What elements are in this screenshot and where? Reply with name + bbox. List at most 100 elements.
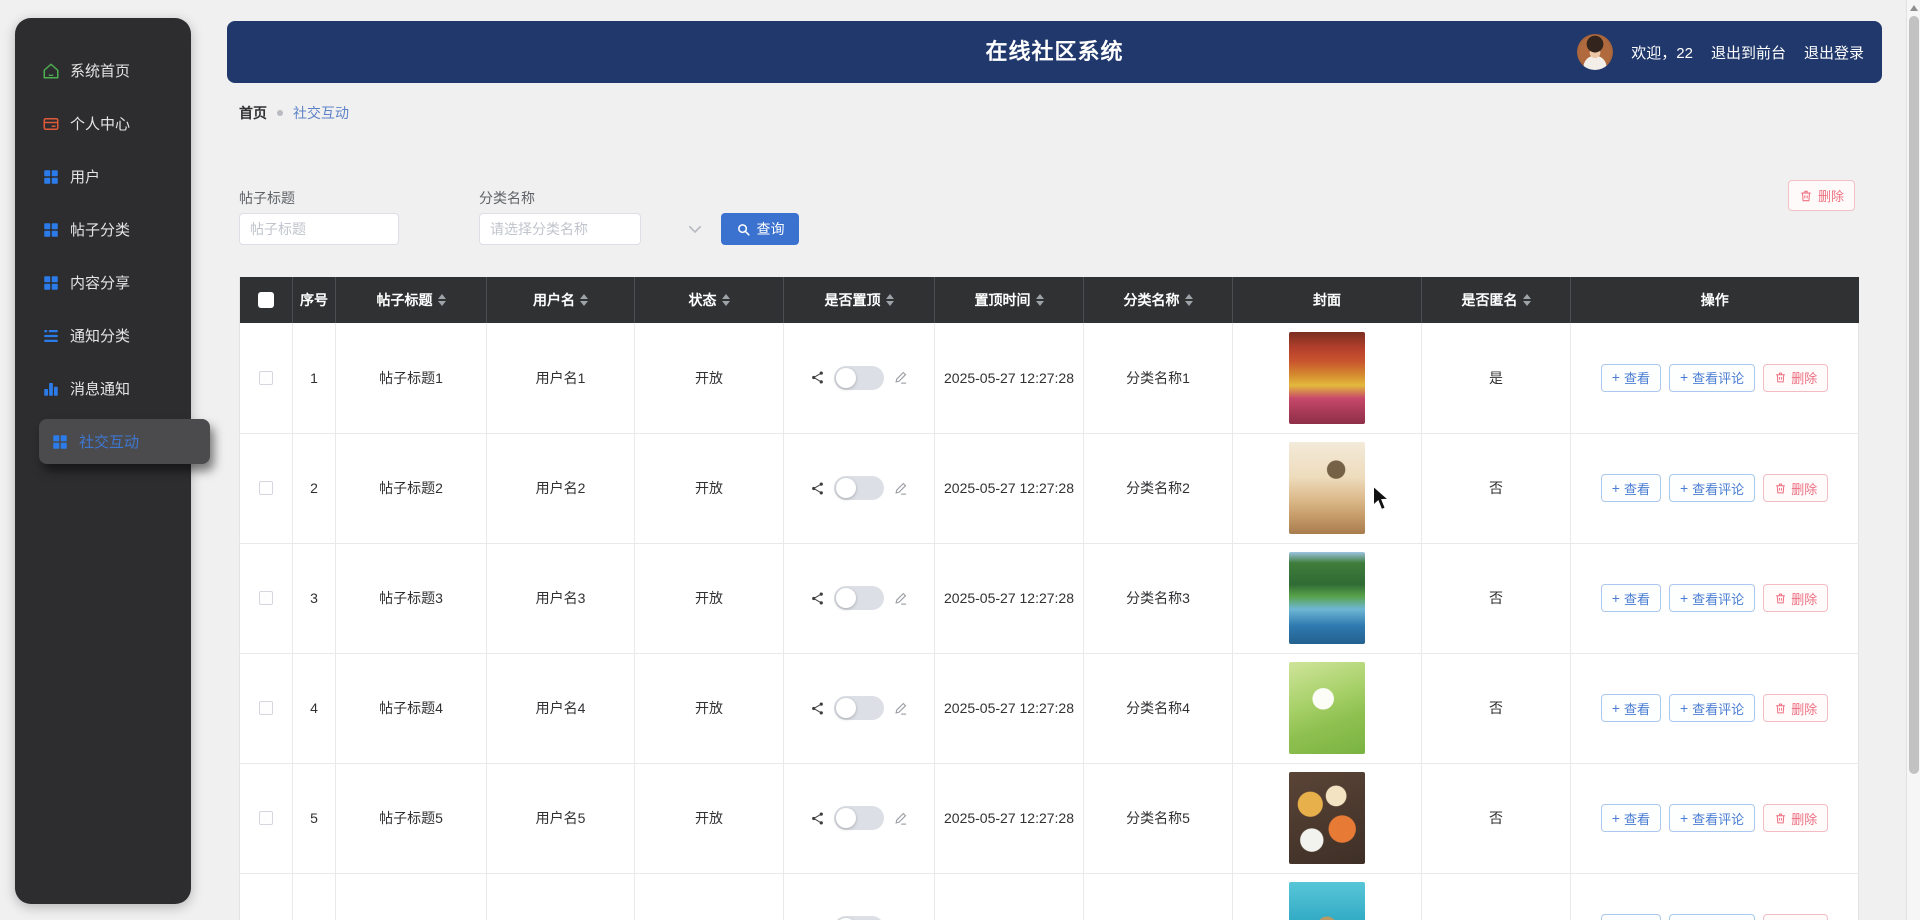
grid-icon [42, 274, 60, 292]
row-checkbox[interactable] [259, 371, 273, 385]
view-comments-button[interactable]: 查看评论 [1669, 804, 1755, 832]
row-anonymous: 否 [1422, 653, 1571, 763]
col-username[interactable]: 用户名 [487, 277, 635, 323]
logout-link[interactable]: 退出登录 [1804, 42, 1864, 63]
pin-toggle[interactable] [834, 806, 884, 830]
edit-pencil-icon[interactable] [893, 811, 908, 826]
sort-caret[interactable] [1523, 294, 1531, 306]
scrollbar-up-arrow-icon[interactable] [1910, 5, 1918, 11]
delete-button[interactable]: 删除 [1763, 364, 1828, 392]
delete-button[interactable]: 删除 [1763, 584, 1828, 612]
view-button[interactable]: 查看 [1601, 584, 1661, 612]
view-button[interactable]: 查看 [1601, 364, 1661, 392]
view-button[interactable]: 查看 [1601, 694, 1661, 722]
col-pinned[interactable]: 是否置顶 [784, 277, 935, 323]
sort-caret[interactable] [886, 294, 894, 306]
sort-caret[interactable] [722, 294, 730, 306]
edit-pencil-icon[interactable] [893, 701, 908, 716]
row-checkbox[interactable] [259, 701, 273, 715]
row-anonymous: 否 [1422, 433, 1571, 543]
delete-button[interactable]: 删除 [1763, 694, 1828, 722]
view-button[interactable]: 查看 [1601, 914, 1661, 920]
sort-caret[interactable] [580, 294, 588, 306]
view-button[interactable]: 查看 [1601, 804, 1661, 832]
table-row: 1 帖子标题1 用户名1 开放 2025-05-27 12:27:28 分类名称… [240, 323, 1859, 433]
cover-image[interactable] [1289, 882, 1365, 920]
row-checkbox[interactable] [259, 481, 273, 495]
col-index: 序号 [293, 277, 336, 323]
cover-image[interactable] [1289, 552, 1365, 644]
select-all-checkbox[interactable] [258, 292, 274, 308]
delete-button[interactable]: 删除 [1763, 804, 1828, 832]
edit-pencil-icon[interactable] [893, 591, 908, 606]
view-comments-button[interactable]: 查看评论 [1669, 914, 1755, 920]
view-comments-button[interactable]: 查看评论 [1669, 584, 1755, 612]
row-checkbox[interactable] [259, 811, 273, 825]
row-checkbox[interactable] [259, 591, 273, 605]
sidebar-item-label: 帖子分类 [70, 219, 130, 240]
plus-icon [1612, 481, 1620, 496]
col-pin-time[interactable]: 置顶时间 [935, 277, 1084, 323]
edit-pencil-icon[interactable] [893, 481, 908, 496]
cover-image[interactable] [1289, 772, 1365, 864]
row-index: 5 [293, 763, 336, 873]
sidebar: 系统首页 个人中心 用户 帖子分类 [15, 18, 191, 904]
view-comments-button[interactable]: 查看评论 [1669, 364, 1755, 392]
view-button[interactable]: 查看 [1601, 474, 1661, 502]
sidebar-item-content-share[interactable]: 内容分享 [15, 256, 191, 309]
pin-toggle[interactable] [834, 586, 884, 610]
sidebar-item-users[interactable]: 用户 [15, 150, 191, 203]
row-post-title: 帖子标题4 [336, 653, 487, 763]
delete-button[interactable]: 删除 [1763, 474, 1828, 502]
pin-toggle[interactable] [834, 916, 884, 920]
row-category: 分类名称1 [1084, 323, 1233, 433]
breadcrumb-home[interactable]: 首页 [239, 103, 267, 123]
sort-caret[interactable] [1036, 294, 1044, 306]
welcome-text: 欢迎，22 [1631, 42, 1693, 63]
sidebar-item-notice-categories[interactable]: 通知分类 [15, 309, 191, 362]
search-button[interactable]: 查询 [721, 213, 799, 245]
chevron-down-icon [686, 220, 704, 238]
row-status: 开放 [635, 433, 784, 543]
share-icon [810, 481, 825, 496]
col-category[interactable]: 分类名称 [1084, 277, 1233, 323]
home-icon [42, 62, 60, 80]
breadcrumb-current[interactable]: 社交互动 [293, 103, 349, 123]
col-status[interactable]: 状态 [635, 277, 784, 323]
post-title-input[interactable] [239, 213, 399, 245]
search-button-label: 查询 [757, 219, 785, 239]
cover-image[interactable] [1289, 662, 1365, 754]
table-row: 2025-05-27 12:27:28 查看 查看评论 删除 [240, 873, 1859, 920]
exit-to-front-link[interactable]: 退出到前台 [1711, 42, 1786, 63]
sidebar-item-post-categories[interactable]: 帖子分类 [15, 203, 191, 256]
row-status [635, 873, 784, 920]
sidebar-item-messages[interactable]: 消息通知 [15, 362, 191, 415]
bulk-delete-button[interactable]: 删除 [1788, 180, 1855, 211]
view-comments-button[interactable]: 查看评论 [1669, 474, 1755, 502]
pin-toggle[interactable] [834, 696, 884, 720]
pin-toggle[interactable] [834, 476, 884, 500]
pin-time: 2025-05-27 12:27:28 [938, 588, 1080, 608]
sort-caret[interactable] [1185, 294, 1193, 306]
category-select[interactable]: 请选择分类名称 [479, 213, 641, 245]
scrollbar-thumb[interactable] [1909, 16, 1919, 774]
view-comments-button[interactable]: 查看评论 [1669, 694, 1755, 722]
cover-image[interactable] [1289, 332, 1365, 424]
col-anonymous[interactable]: 是否匿名 [1422, 277, 1571, 323]
sidebar-item-social-interaction[interactable]: 社交互动 [39, 419, 210, 464]
table-row: 3 帖子标题3 用户名3 开放 2025-05-27 12:27:28 分类名称… [240, 543, 1859, 653]
pin-toggle[interactable] [834, 366, 884, 390]
col-post-title[interactable]: 帖子标题 [336, 277, 487, 323]
pin-time: 2025-05-27 12:27:28 [938, 478, 1080, 498]
breadcrumb: 首页 社交互动 [239, 103, 349, 123]
sidebar-item-profile[interactable]: 个人中心 [15, 97, 191, 150]
plus-icon [1612, 701, 1620, 716]
cover-image[interactable] [1289, 442, 1365, 534]
row-post-title: 帖子标题5 [336, 763, 487, 873]
sort-caret[interactable] [438, 294, 446, 306]
edit-pencil-icon[interactable] [893, 370, 908, 385]
delete-button[interactable]: 删除 [1763, 914, 1828, 920]
row-category: 分类名称2 [1084, 433, 1233, 543]
row-username: 用户名4 [487, 653, 635, 763]
sidebar-item-home[interactable]: 系统首页 [15, 44, 191, 97]
